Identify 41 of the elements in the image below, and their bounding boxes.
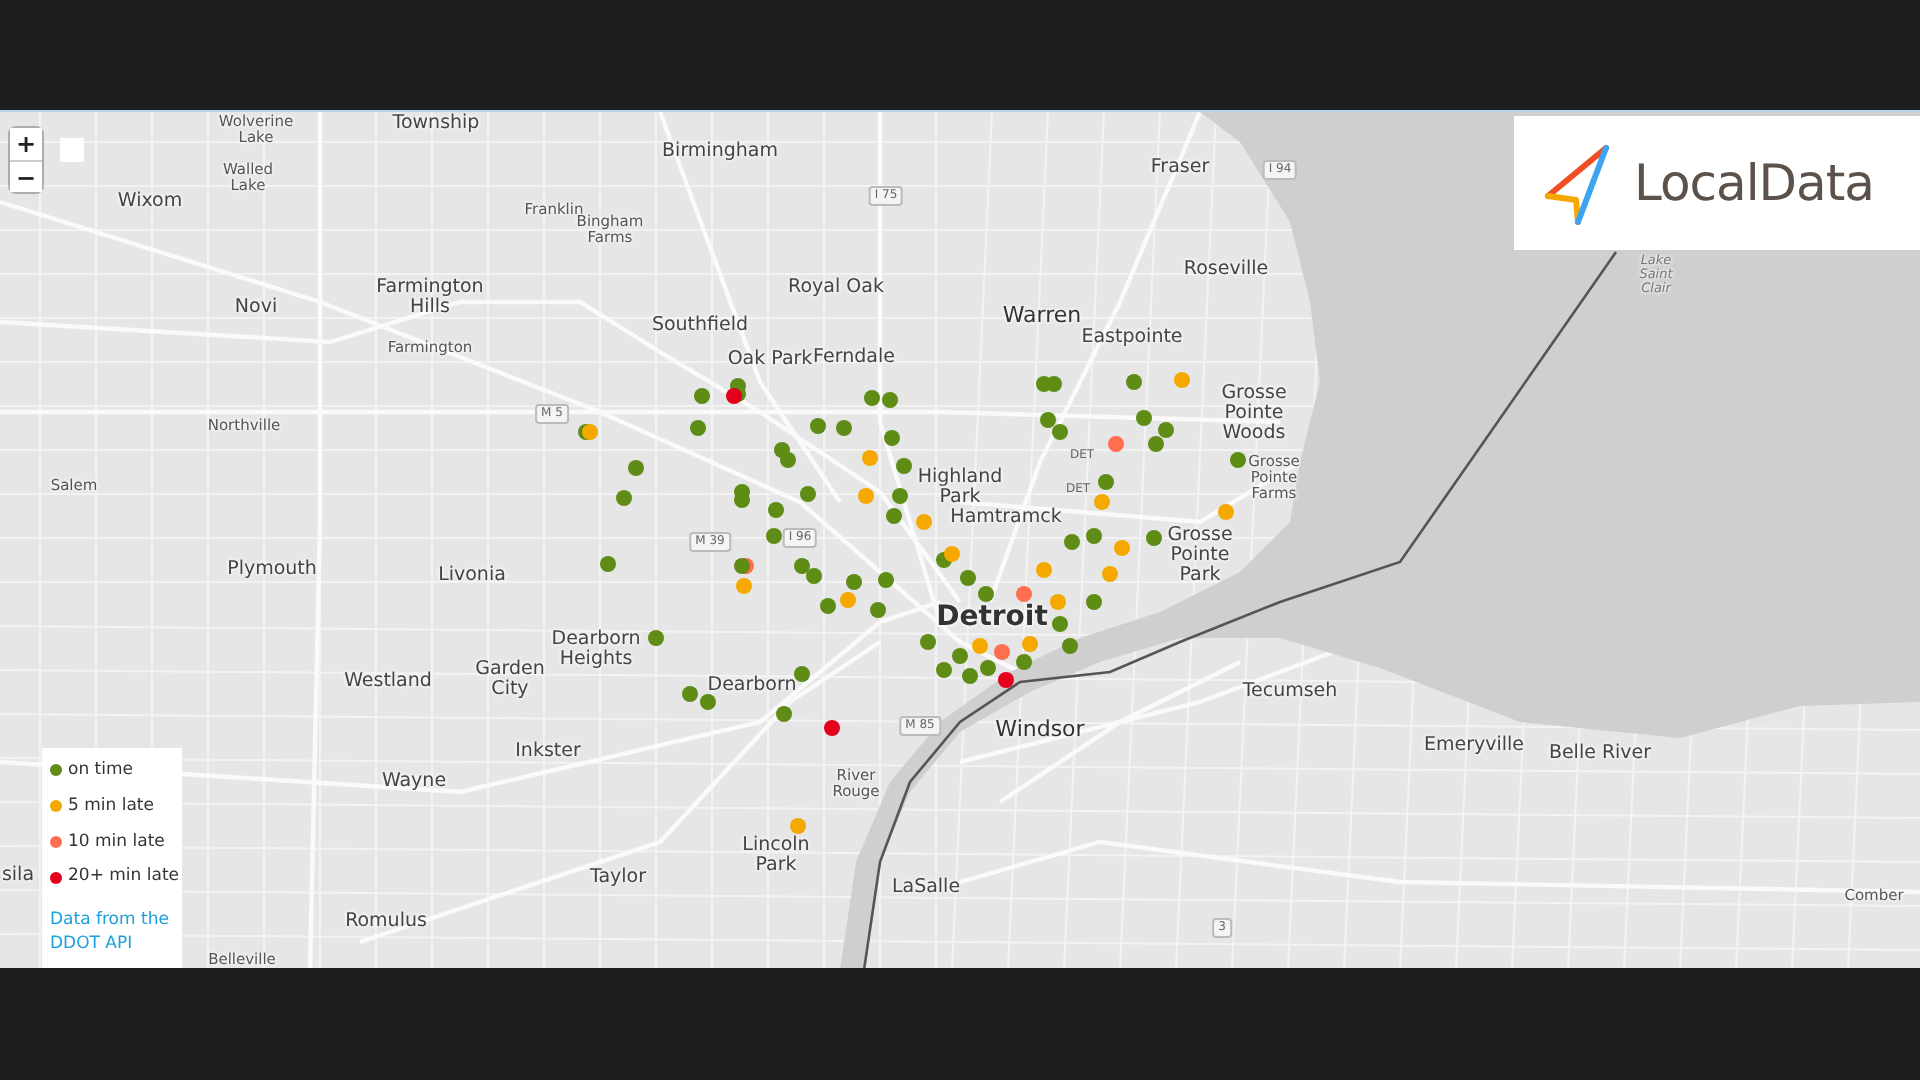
place-label: Grosse Pointe Park xyxy=(1167,526,1233,586)
place-label: Highland Park xyxy=(917,468,1003,508)
place-label: Garden City xyxy=(475,660,545,700)
legend-label: on time xyxy=(68,758,133,784)
legend-label: 20+ min late xyxy=(68,864,180,890)
place-label: Wixom xyxy=(117,192,183,212)
legend-label: 5 min late xyxy=(68,793,154,819)
logo-text: LocalData xyxy=(1634,151,1874,216)
place-label: LaSalle xyxy=(891,878,961,898)
place-label: Roseville xyxy=(1183,260,1269,280)
place-label: Belle River xyxy=(1548,744,1652,764)
place-label: Eastpointe xyxy=(1081,328,1183,348)
place-label: Taylor xyxy=(589,868,647,888)
place-label: Westland xyxy=(344,672,432,692)
place-label: Hamtramck xyxy=(950,508,1062,528)
place-label: Lincoln Park xyxy=(742,836,810,876)
place-label: Plymouth xyxy=(227,560,317,580)
place-label: Fraser xyxy=(1150,158,1210,178)
place-label: Grosse Pointe Woods xyxy=(1221,384,1287,444)
place-label: Inkster xyxy=(515,742,581,762)
place-label: Windsor xyxy=(995,718,1085,742)
place-label: Wayne xyxy=(381,772,447,792)
place-label: Birmingham xyxy=(662,142,778,162)
place-label: Warren xyxy=(1002,304,1082,328)
place-label: Emeryville xyxy=(1424,736,1524,756)
place-label: Novi xyxy=(234,298,278,318)
place-label: Southfield xyxy=(651,316,749,336)
place-label: sila xyxy=(1,866,35,886)
place-label: Royal Oak xyxy=(788,278,884,298)
place-label: Township xyxy=(392,114,480,134)
legend-label: 10 min late xyxy=(68,829,165,855)
zoom-out-button[interactable]: − xyxy=(10,160,42,192)
place-label: Dearborn xyxy=(707,676,797,696)
place-label: Ferndale xyxy=(813,348,895,368)
place-label: Dearborn Heights xyxy=(551,630,641,670)
place-label: Oak Park xyxy=(727,350,813,370)
place-label: Farmington Hills xyxy=(376,278,484,318)
place-label: Livonia xyxy=(438,566,506,586)
place-label: Tecumseh xyxy=(1242,682,1338,702)
place-label: Romulus xyxy=(345,912,427,932)
place-label: Detroit xyxy=(936,603,1048,633)
